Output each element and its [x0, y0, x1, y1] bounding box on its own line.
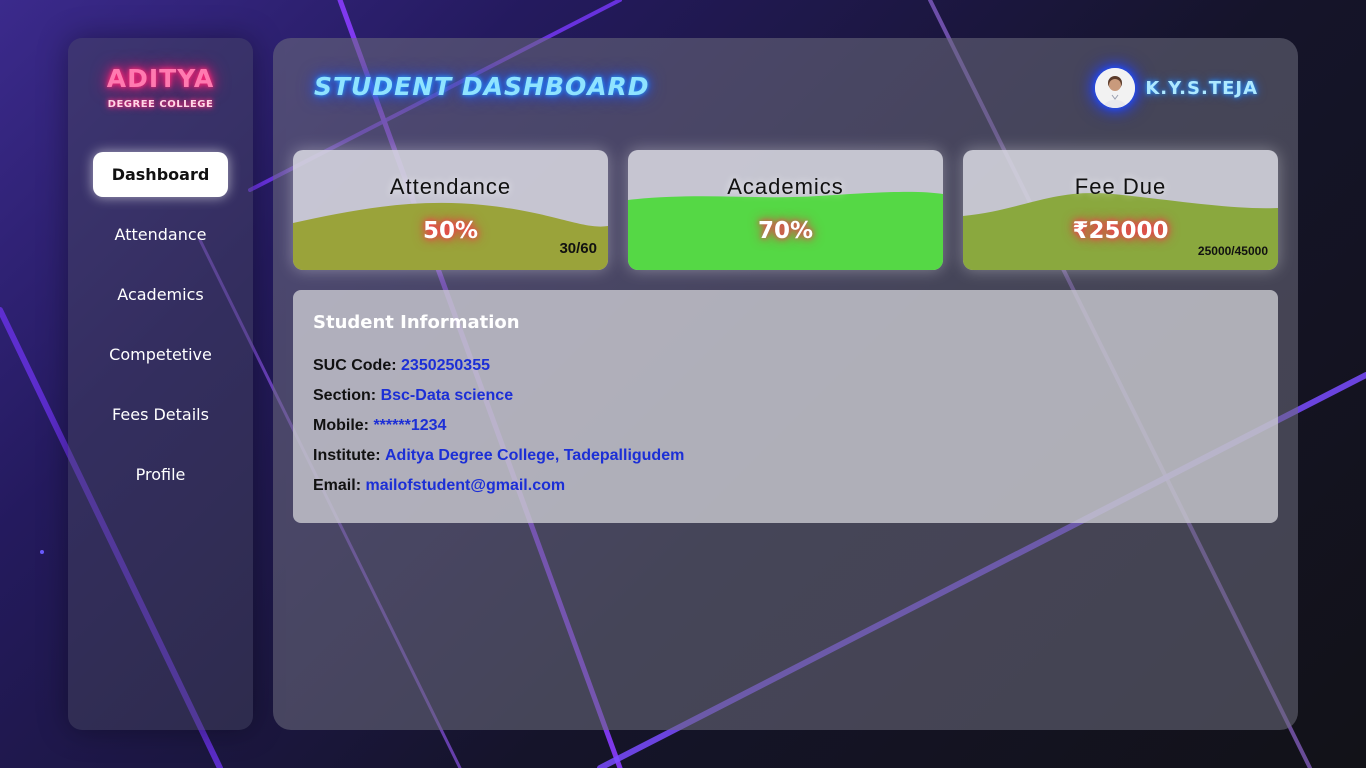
info-key: SUC Code:: [313, 357, 397, 374]
attendance-card[interactable]: Attendance 50% 30/60: [293, 150, 608, 270]
info-key: Mobile:: [313, 417, 369, 434]
card-subtext: 30/60: [559, 240, 597, 257]
sidebar-item-profile[interactable]: Profile: [93, 452, 228, 497]
info-key: Section:: [313, 387, 377, 404]
info-row-institute: Institute: Aditya Degree College, Tadepa…: [313, 441, 1258, 471]
card-value: ₹25000: [1072, 218, 1169, 244]
sidebar-nav: Dashboard Attendance Academics Competeti…: [68, 152, 253, 512]
card-subtext: 25000/45000: [1197, 244, 1268, 258]
info-value: Bsc-Data science: [380, 387, 514, 404]
sidebar-item-competetive[interactable]: Competetive: [93, 332, 228, 377]
info-value: ******1234: [373, 417, 447, 434]
card-label: Attendance: [389, 174, 512, 199]
section-title: Student Information: [313, 312, 520, 333]
info-row-suc-code: SUC Code: 2350250355: [313, 351, 1258, 381]
sidebar-item-fees-details[interactable]: Fees Details: [93, 392, 228, 437]
card-label: Academics: [727, 174, 844, 199]
info-row-email: Email: mailofstudent@gmail.com: [313, 471, 1258, 501]
student-information-panel: Student Information SUC Code: 2350250355…: [293, 290, 1278, 523]
info-row-mobile: Mobile: ******1234: [313, 411, 1258, 441]
sidebar: ADITYA DEGREE COLLEGE Dashboard Attendan…: [68, 38, 253, 730]
user-avatar-icon[interactable]: [1095, 68, 1136, 108]
user-profile[interactable]: K.Y.S.TEJA: [1095, 68, 1258, 108]
stat-cards: Attendance 50% 30/60 Academics 70% Fee D…: [293, 150, 1278, 270]
fee-due-card[interactable]: Fee Due ₹25000 25000/45000: [963, 150, 1278, 270]
info-value: Aditya Degree College, Tadepalligudem: [385, 447, 685, 464]
sidebar-item-attendance[interactable]: Attendance: [93, 212, 228, 257]
card-label: Fee Due: [1074, 174, 1167, 199]
info-key: Email:: [313, 477, 362, 494]
academics-card[interactable]: Academics 70%: [628, 150, 943, 270]
brand-logo: ADITYA DEGREE COLLEGE: [68, 64, 253, 110]
card-value: 70%: [757, 218, 814, 244]
page-title: STUDENT DASHBOARD: [314, 72, 650, 101]
info-value[interactable]: mailofstudent@gmail.com: [365, 477, 565, 494]
user-name: K.Y.S.TEJA: [1145, 77, 1258, 99]
info-key: Institute:: [313, 447, 381, 464]
brand-subtitle: DEGREE COLLEGE: [107, 99, 214, 110]
brand-name: ADITYA: [106, 64, 215, 93]
card-fill-wave: [628, 191, 943, 270]
main-panel: STUDENT DASHBOARD K.Y.S.TEJA Attendance …: [273, 38, 1298, 730]
sidebar-item-dashboard[interactable]: Dashboard: [93, 152, 228, 197]
sidebar-item-academics[interactable]: Academics: [93, 272, 228, 317]
info-row-section: Section: Bsc-Data science: [313, 381, 1258, 411]
info-value: 2350250355: [401, 357, 490, 374]
